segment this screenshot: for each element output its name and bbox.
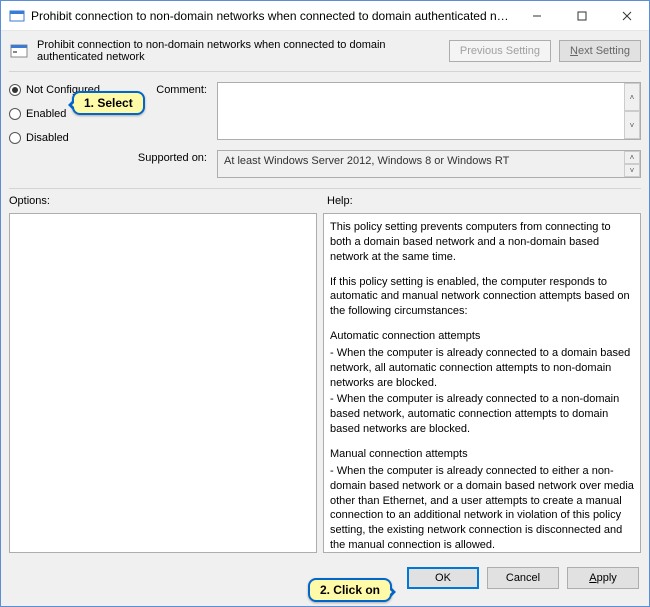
help-text: - When the computer is already connected… (330, 346, 634, 391)
supported-scroll[interactable]: ˄ ˅ (624, 151, 640, 177)
previous-setting-button[interactable]: Previous Setting (449, 40, 551, 62)
ok-button[interactable]: OK (407, 567, 479, 589)
titlebar: Prohibit connection to non-domain networ… (1, 1, 649, 31)
comment-field[interactable] (217, 82, 641, 140)
radio-disabled[interactable]: Disabled (9, 132, 119, 144)
help-panel[interactable]: This policy setting prevents computers f… (323, 213, 641, 553)
arrow-up-icon[interactable]: ˄ (624, 151, 640, 164)
policy-icon (9, 41, 29, 61)
options-panel (9, 213, 317, 553)
radio-icon (9, 132, 21, 144)
help-text: If this policy setting is enabled, the c… (330, 275, 634, 320)
supported-on-label: Supported on: (129, 150, 207, 164)
radio-label: Enabled (26, 108, 66, 120)
arrow-down-icon[interactable]: ˅ (624, 111, 640, 139)
help-label: Help: (327, 195, 641, 207)
next-setting-button[interactable]: Next Setting (559, 40, 641, 62)
divider (9, 71, 641, 72)
annotation-select: 1. Select (72, 91, 145, 115)
comment-scroll[interactable]: ˄ ˅ (624, 83, 640, 139)
help-heading: Manual connection attempts (330, 447, 634, 462)
options-label: Options: (9, 195, 317, 207)
help-text: This policy setting prevents computers f… (330, 220, 634, 265)
arrow-up-icon[interactable]: ˄ (624, 83, 640, 111)
window-icon (9, 8, 25, 24)
window-title: Prohibit connection to non-domain networ… (31, 9, 514, 23)
supported-on-field: At least Windows Server 2012, Windows 8 … (217, 150, 641, 178)
maximize-button[interactable] (559, 1, 604, 30)
minimize-button[interactable] (514, 1, 559, 30)
cancel-button[interactable]: Cancel (487, 567, 559, 589)
header-title: Prohibit connection to non-domain networ… (37, 39, 441, 63)
arrow-down-icon[interactable]: ˅ (624, 164, 640, 177)
close-button[interactable] (604, 1, 649, 30)
radio-icon (9, 84, 21, 96)
annotation-click: 2. Click on (308, 578, 392, 602)
radio-label: Disabled (26, 132, 69, 144)
radio-icon (9, 108, 21, 120)
header-row: Prohibit connection to non-domain networ… (1, 31, 649, 71)
divider (9, 188, 641, 189)
apply-button[interactable]: Apply (567, 567, 639, 589)
help-text: - When the computer is already connected… (330, 392, 634, 437)
help-heading: Automatic connection attempts (330, 329, 634, 344)
help-text: - When the computer is already connected… (330, 464, 634, 553)
